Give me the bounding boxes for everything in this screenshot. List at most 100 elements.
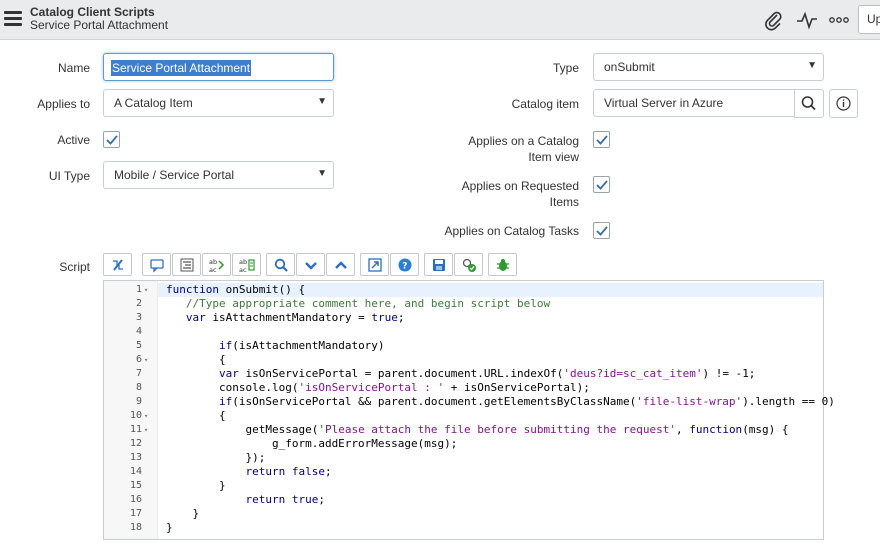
- more-icon[interactable]: [828, 9, 850, 31]
- active-checkbox[interactable]: [103, 131, 120, 148]
- info-icon: [836, 96, 851, 111]
- comment-button[interactable]: [142, 253, 171, 276]
- code-line[interactable]: function onSubmit() {: [166, 283, 305, 297]
- help-button[interactable]: ?: [390, 253, 419, 276]
- line-number: 3: [135, 312, 142, 323]
- script-check-icon: [462, 258, 476, 272]
- checkmark-icon: [106, 135, 118, 145]
- info-button[interactable]: [829, 89, 858, 118]
- code-line[interactable]: var isAttachmentMandatory = true;: [166, 311, 405, 325]
- fold-toggle-icon[interactable]: ▾: [144, 409, 152, 423]
- name-field-value: Service Portal Attachment: [111, 60, 252, 76]
- code-line[interactable]: if(isAttachmentMandatory): [166, 339, 385, 353]
- header-bar: Catalog Client Scripts Service Portal At…: [0, 0, 880, 40]
- script-editor[interactable]: 1 ▾ function onSubmit() {2 //Type appropri…: [103, 280, 835, 540]
- line-number: 11: [129, 424, 142, 435]
- checkmark-icon: [596, 226, 608, 236]
- toggle-syntax-button[interactable]: [103, 253, 132, 276]
- code-line[interactable]: {: [166, 409, 226, 423]
- applies-catalog-view-label-line2: Item view: [528, 150, 579, 164]
- name-label: Name: [57, 61, 90, 75]
- applies-requested-checkbox[interactable]: [593, 176, 610, 193]
- paperclip-icon[interactable]: [762, 9, 784, 31]
- code-line[interactable]: getMessage('Please attach the file befor…: [166, 423, 788, 437]
- help-icon: ?: [398, 258, 412, 272]
- applies-catalog-view-label: Applies on a Catalog Item view: [440, 133, 579, 165]
- code-line[interactable]: {: [166, 353, 226, 367]
- line-number: 13: [129, 452, 142, 463]
- save-button[interactable]: [424, 253, 453, 276]
- chevron-down-icon: ▼: [317, 96, 327, 107]
- svg-text:ab: ab: [239, 258, 247, 266]
- applies-catalog-view-checkbox[interactable]: [593, 131, 610, 148]
- line-number: 8: [135, 382, 142, 393]
- replace-all-button[interactable]: ab ac: [232, 253, 261, 276]
- debug-button[interactable]: [488, 253, 517, 276]
- search-icon: [801, 96, 816, 111]
- chevron-down-icon: ▼: [317, 168, 327, 179]
- line-number: 9: [135, 396, 142, 407]
- next-match-button[interactable]: [296, 253, 325, 276]
- code-line[interactable]: if(isOnServicePortal && parent.document.…: [166, 395, 835, 409]
- applies-to-value: A Catalog Item: [114, 96, 193, 110]
- script-check-button[interactable]: [454, 253, 483, 276]
- fullscreen-button[interactable]: [360, 253, 389, 276]
- code-line[interactable]: //Type appropriate comment here, and beg…: [166, 297, 550, 311]
- fold-toggle-icon[interactable]: ▾: [144, 283, 152, 297]
- format-icon: [180, 258, 194, 272]
- fold-toggle-icon[interactable]: ▾: [144, 353, 152, 367]
- save-icon: [433, 259, 445, 271]
- code-line[interactable]: var isOnServicePortal = parent.document.…: [166, 367, 755, 381]
- svg-text:?: ?: [402, 262, 407, 272]
- type-label: Type: [552, 61, 579, 75]
- line-number: 5: [135, 340, 142, 351]
- code-line[interactable]: console.log('isOnServicePortal : ' + isO…: [166, 381, 590, 395]
- fold-toggle-icon[interactable]: ▾: [144, 423, 152, 437]
- applies-to-label: Applies to: [37, 97, 90, 111]
- update-button[interactable]: Up: [858, 5, 880, 34]
- debug-icon: [497, 259, 509, 271]
- ui-type-select[interactable]: Mobile / Service Portal ▼: [103, 161, 334, 189]
- activity-icon[interactable]: [796, 9, 818, 31]
- checkmark-icon: [596, 180, 608, 190]
- active-label: Active: [57, 133, 90, 147]
- line-number: 1: [135, 284, 142, 295]
- code-line[interactable]: return false;: [166, 465, 331, 479]
- catalog-item-value: Virtual Server in Azure: [604, 96, 724, 110]
- chevron-down-icon: ▼: [807, 60, 817, 71]
- code-line[interactable]: }: [166, 479, 226, 493]
- line-number: 4: [135, 326, 142, 337]
- name-field[interactable]: Service Portal Attachment: [103, 53, 334, 81]
- search-button[interactable]: [266, 253, 295, 276]
- code-line[interactable]: });: [166, 451, 265, 465]
- script-label: Script: [59, 260, 90, 274]
- applies-requested-label: Applies on Requested Items: [440, 178, 579, 210]
- code-line[interactable]: return true;: [166, 493, 325, 507]
- checkmark-icon: [596, 135, 608, 145]
- lookup-button[interactable]: [794, 89, 824, 118]
- previous-match-button[interactable]: [326, 253, 355, 276]
- type-select[interactable]: onSubmit ▼: [593, 53, 824, 81]
- ui-type-value: Mobile / Service Portal: [114, 168, 235, 182]
- catalog-item-field[interactable]: Virtual Server in Azure: [593, 89, 795, 117]
- search-icon: [274, 258, 288, 272]
- line-number: 7: [135, 368, 142, 379]
- replace-button[interactable]: ab ac: [202, 253, 231, 276]
- code-line[interactable]: }: [166, 521, 173, 535]
- code-line[interactable]: }: [166, 507, 199, 521]
- replace-icon: abac: [209, 258, 225, 273]
- line-number: 12: [129, 438, 142, 449]
- svg-text:ac: ac: [239, 266, 247, 273]
- applies-tasks-label: Applies on Catalog Tasks: [444, 224, 579, 238]
- line-number: 16: [129, 494, 142, 505]
- format-button[interactable]: [172, 253, 201, 276]
- ui-type-label: UI Type: [48, 169, 90, 183]
- line-number: 18: [129, 522, 142, 533]
- menu-icon[interactable]: [4, 11, 22, 27]
- applies-to-select[interactable]: A Catalog Item ▼: [103, 89, 334, 117]
- code-line[interactable]: g_form.addErrorMessage(msg);: [166, 437, 457, 451]
- comment-icon: [150, 259, 164, 273]
- applies-tasks-checkbox[interactable]: [593, 222, 610, 239]
- next-icon: [305, 262, 317, 270]
- applies-requested-label-line2: Items: [549, 195, 579, 209]
